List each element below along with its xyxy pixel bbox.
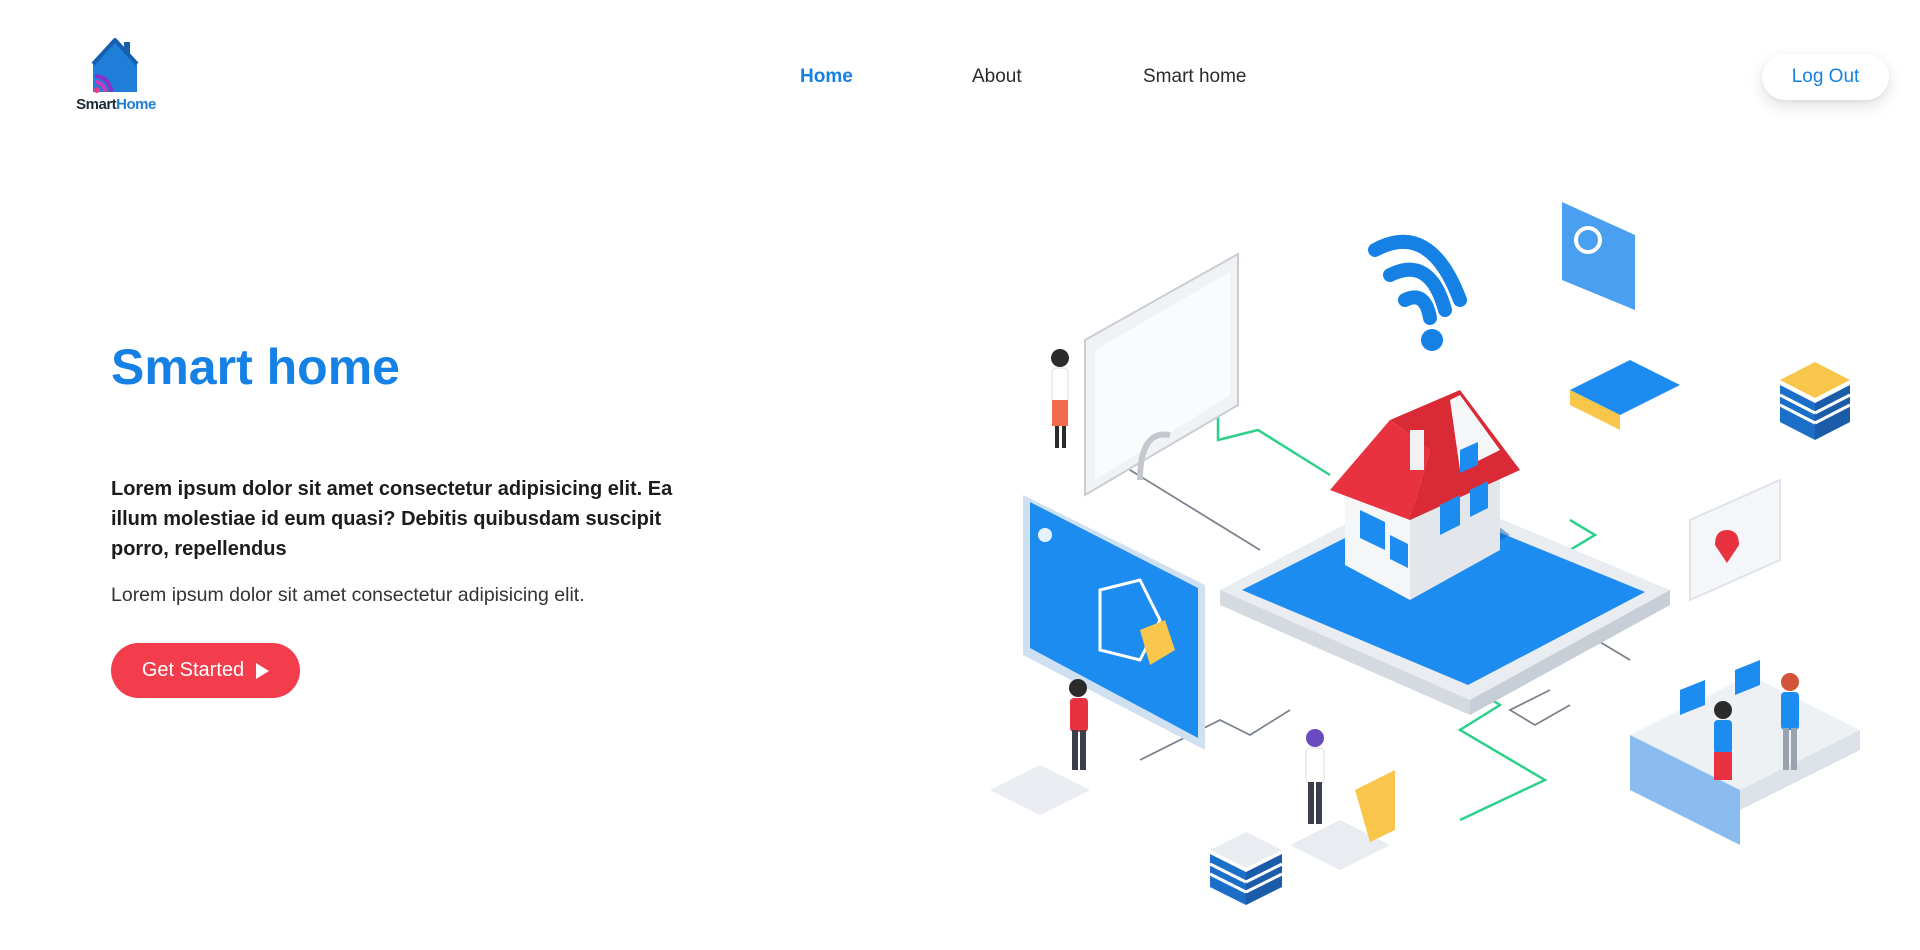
logout-button[interactable]: Log Out xyxy=(1762,54,1889,100)
hero-lead-text: Lorem ipsum dolor sit amet consectetur a… xyxy=(111,478,673,560)
smart-home-illustration xyxy=(990,190,1890,930)
get-started-button[interactable]: Get Started xyxy=(111,643,300,698)
main-nav: Home About Smart home xyxy=(0,66,1920,92)
nav-link-smart-home[interactable]: Smart home xyxy=(1143,66,1246,88)
play-icon xyxy=(256,662,270,679)
nav-link-home[interactable]: Home xyxy=(800,66,853,88)
get-started-label: Get Started xyxy=(141,659,245,681)
brand-name-part1: Smart xyxy=(76,96,117,113)
hero-title: Smart home xyxy=(111,339,400,395)
brand-name: SmartHome xyxy=(71,96,161,113)
brand-name-part2: Home xyxy=(116,96,156,113)
nav-link-about[interactable]: About xyxy=(972,66,1022,88)
isometric-smart-home-illustration xyxy=(990,202,1860,905)
hero-subtitle: Lorem ipsum dolor sit amet consectetur a… xyxy=(111,584,585,606)
